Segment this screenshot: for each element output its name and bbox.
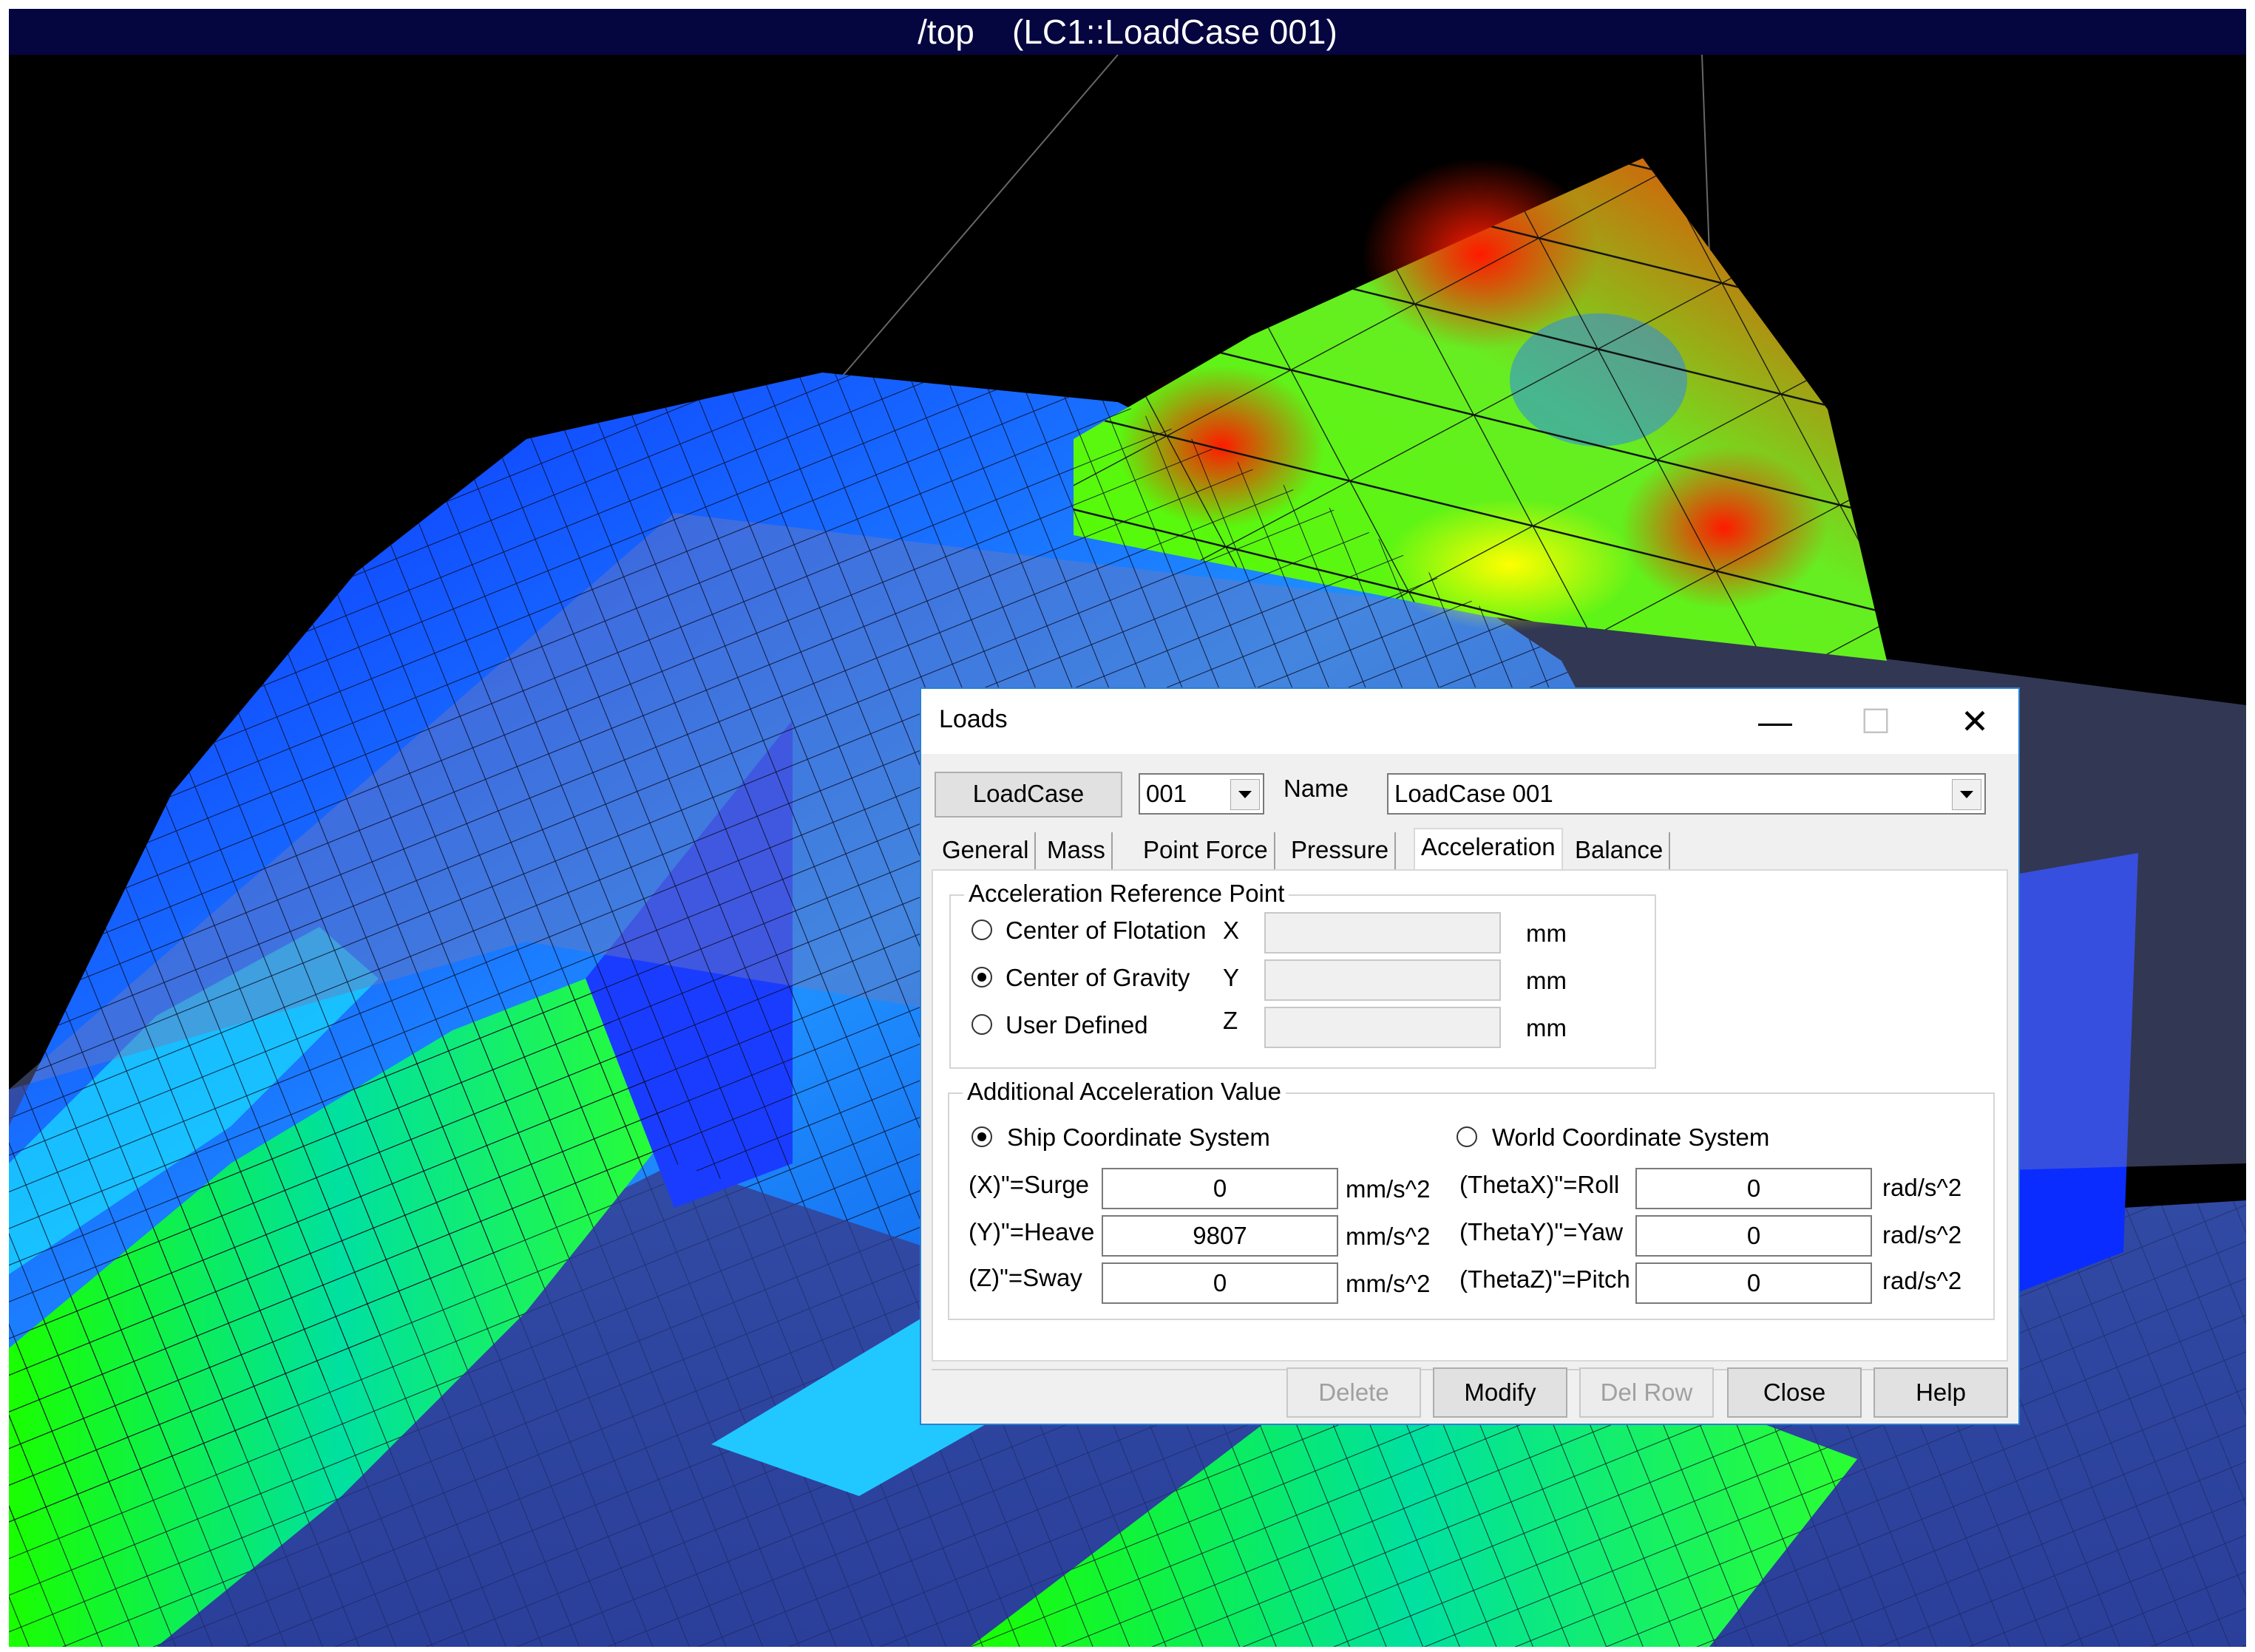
loadcase-button[interactable]: LoadCase xyxy=(935,772,1122,817)
ref-x-input xyxy=(1264,912,1501,954)
ship-coordinate-radio[interactable] xyxy=(971,1126,992,1147)
roll-unit: rad/s^2 xyxy=(1882,1174,1962,1201)
surge-input[interactable]: 0 xyxy=(1102,1168,1338,1209)
center-of-flotation-label: Center of Flotation xyxy=(1006,917,1207,944)
user-defined-label: User Defined xyxy=(1006,1011,1148,1039)
help-button[interactable]: Help xyxy=(1873,1367,2008,1418)
tab-point-force[interactable]: Point Force xyxy=(1137,832,1275,869)
tab-mass[interactable]: Mass xyxy=(1041,832,1113,869)
tab-acceleration[interactable]: Acceleration xyxy=(1414,828,1563,872)
reference-point-title: Acceleration Reference Point xyxy=(964,880,1289,908)
surge-label: (X)"=Surge xyxy=(969,1171,1090,1198)
minimize-button[interactable]: — xyxy=(1735,698,1816,745)
center-of-flotation-radio[interactable] xyxy=(971,920,992,940)
user-defined-radio[interactable] xyxy=(971,1014,992,1035)
pitch-input[interactable]: 0 xyxy=(1635,1262,1872,1304)
ship-coordinate-label: Ship Coordinate System xyxy=(1007,1124,1270,1151)
heave-input[interactable]: 9807 xyxy=(1102,1215,1338,1257)
acceleration-panel: Acceleration Reference Point Center of F… xyxy=(932,869,2008,1362)
additional-acceleration-group: Additional Acceleration Value Ship Coord… xyxy=(948,1078,1995,1320)
surge-unit: mm/s^2 xyxy=(1346,1175,1431,1203)
dialog-titlebar[interactable]: Loads — ☐ ✕ xyxy=(921,689,2018,754)
maximize-button: ☐ xyxy=(1860,702,1891,741)
pitch-label: (ThetaZ)"=Pitch xyxy=(1459,1265,1630,1293)
reference-point-group: Acceleration Reference Point Center of F… xyxy=(949,880,1656,1069)
tab-balance[interactable]: Balance xyxy=(1569,832,1671,869)
close-button[interactable]: Close xyxy=(1727,1367,1862,1418)
sway-input[interactable]: 0 xyxy=(1102,1262,1338,1304)
ref-x-unit: mm xyxy=(1526,920,1567,947)
center-of-gravity-label: Center of Gravity xyxy=(1006,964,1190,991)
tab-general[interactable]: General xyxy=(936,832,1037,869)
del-row-button: Del Row xyxy=(1579,1367,1714,1418)
center-of-gravity-radio[interactable] xyxy=(971,967,992,988)
heave-unit: mm/s^2 xyxy=(1346,1223,1431,1250)
roll-input[interactable]: 0 xyxy=(1635,1168,1872,1209)
z-axis-label: Z xyxy=(1223,1007,1238,1034)
chevron-down-icon[interactable] xyxy=(1230,779,1260,810)
loads-dialog: Loads — ☐ ✕ LoadCase 001 Name LoadCase 0… xyxy=(920,687,2020,1425)
heave-label: (Y)"=Heave xyxy=(969,1218,1095,1245)
yaw-input[interactable]: 0 xyxy=(1635,1215,1872,1257)
name-label: Name xyxy=(1284,775,1349,802)
name-select-value: LoadCase 001 xyxy=(1394,780,1553,807)
roll-label: (ThetaX)"=Roll xyxy=(1459,1171,1620,1198)
sway-unit: mm/s^2 xyxy=(1346,1270,1431,1297)
loadcase-select-value: 001 xyxy=(1146,780,1187,807)
ref-z-input xyxy=(1264,1007,1501,1048)
viewport-title: /top (LC1::LoadCase 001) xyxy=(9,9,2246,55)
tab-pressure[interactable]: Pressure xyxy=(1285,832,1397,869)
modify-button[interactable]: Modify xyxy=(1433,1367,1567,1418)
loadcase-select[interactable]: 001 xyxy=(1139,773,1264,815)
ref-y-input xyxy=(1264,959,1501,1001)
world-coordinate-label: World Coordinate System xyxy=(1492,1124,1770,1151)
ref-z-unit: mm xyxy=(1526,1014,1567,1041)
y-axis-label: Y xyxy=(1223,964,1240,991)
additional-acceleration-title: Additional Acceleration Value xyxy=(963,1078,1286,1106)
yaw-label: (ThetaY)"=Yaw xyxy=(1459,1218,1624,1245)
chevron-down-icon[interactable] xyxy=(1952,779,1981,810)
pitch-unit: rad/s^2 xyxy=(1882,1267,1962,1294)
dialog-title: Loads xyxy=(939,705,1008,733)
world-coordinate-radio[interactable] xyxy=(1457,1126,1477,1147)
x-axis-label: X xyxy=(1223,917,1240,944)
ref-y-unit: mm xyxy=(1526,967,1567,994)
sway-label: (Z)"=Sway xyxy=(969,1264,1082,1291)
delete-button: Delete xyxy=(1286,1367,1421,1418)
close-window-button[interactable]: ✕ xyxy=(1934,698,2015,745)
yaw-unit: rad/s^2 xyxy=(1882,1221,1962,1248)
name-select[interactable]: LoadCase 001 xyxy=(1387,773,1986,815)
